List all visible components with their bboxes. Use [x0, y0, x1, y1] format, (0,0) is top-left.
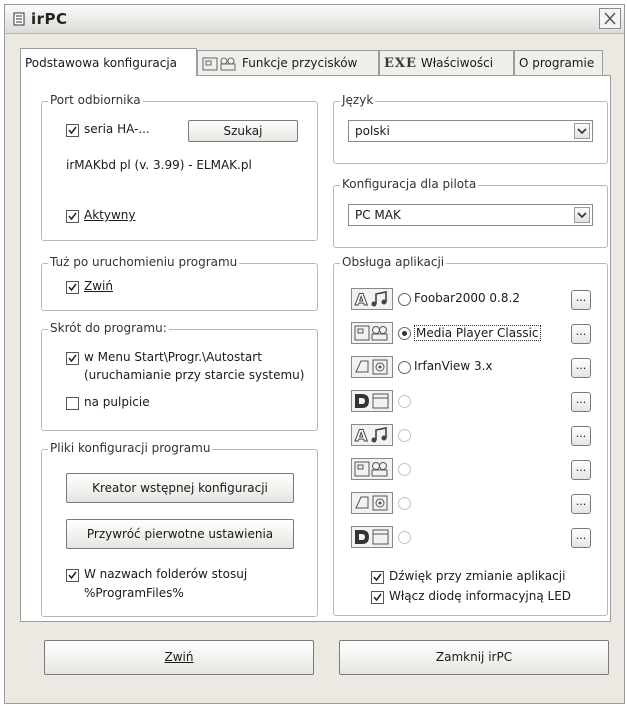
app-radio[interactable] [398, 361, 411, 374]
check-icon [68, 571, 77, 580]
tab-label: Właściwości [420, 56, 494, 70]
minimize-on-start-checkbox[interactable] [66, 281, 79, 294]
config-wizard-button[interactable]: Kreator wstępnej konfiguracji [66, 473, 294, 503]
check-icon [373, 593, 382, 602]
chevron-down-icon[interactable] [574, 123, 590, 139]
series-checkbox[interactable] [66, 124, 79, 137]
start-menu-checkbox[interactable] [66, 352, 79, 365]
tab-properties[interactable]: EXE Właściwości [379, 50, 514, 76]
program-files-checkbox[interactable] [66, 569, 79, 582]
language-group: Język polski [333, 93, 608, 164]
check-icon [373, 573, 382, 582]
series-label: seria HA-... [84, 122, 150, 136]
group-title: Pliki konfiguracji programu [48, 441, 213, 455]
active-label: Aktywny [84, 208, 136, 222]
start-menu-label-note: (uruchamianie przy starcie systemu) [84, 368, 305, 382]
browse-button[interactable]: ... [571, 460, 591, 480]
sound-on-switch-checkbox[interactable] [371, 571, 384, 584]
video-icon [351, 458, 393, 480]
audio-icon: A [351, 424, 393, 446]
applications-group: Obsługa aplikacji A Foobar2000 0.8.2... Me… [333, 255, 608, 616]
group-title: Port odbiornika [48, 93, 143, 107]
check-icon [68, 212, 77, 221]
browse-button[interactable]: ... [571, 494, 591, 514]
program-files-label: W nazwach folderów stosuj [84, 567, 248, 581]
app-label: IrfanView 3.x [414, 359, 493, 373]
remote-config-value: PC MAK [355, 208, 401, 222]
browse-button[interactable]: ... [571, 358, 591, 378]
exe-icon: EXE [384, 56, 417, 71]
group-title: Skrót do programu: [48, 321, 169, 335]
check-icon [68, 126, 77, 135]
window-title: irPC [31, 10, 68, 28]
remote-config-group: Konfiguracja dla pilota PC MAK [333, 177, 608, 248]
tab-label: Funkcje przycisków [242, 56, 358, 70]
browse-button[interactable]: ... [571, 290, 591, 310]
app-icon [13, 12, 25, 26]
app-label: Media Player Classic [414, 325, 541, 341]
language-value: polski [355, 124, 390, 138]
group-title: Tuż po uruchomieniu programu [48, 255, 240, 269]
buttons-icon [202, 57, 236, 70]
restore-defaults-button[interactable]: Przywróć pierwotne ustawienia [66, 519, 294, 549]
remote-config-select[interactable]: PC MAK [348, 204, 593, 226]
chevron-down-icon[interactable] [574, 207, 590, 223]
tab-basic-config[interactable]: Podstawowa konfiguracja [20, 48, 197, 76]
browse-button[interactable]: ... [571, 426, 591, 446]
tab-label: Podstawowa konfiguracja [25, 56, 178, 70]
tab-panel: Port odbiornika seria HA-... Szukaj irMA… [20, 75, 611, 622]
group-title: Język [340, 93, 376, 107]
app-radio [398, 429, 411, 442]
video-icon [351, 322, 393, 344]
app-radio [398, 395, 411, 408]
config-files-group: Pliki konfiguracji programu Kreator wstę… [41, 441, 318, 617]
led-label: Włącz diodę informacyjną LED [389, 589, 572, 603]
browse-button[interactable]: ... [571, 392, 591, 412]
start-menu-label: w Menu Start\Progr.\Autostart [84, 350, 262, 364]
startup-group: Tuż po uruchomieniu programu Zwiń [41, 255, 318, 311]
minimize-button[interactable]: Zwiń [44, 640, 314, 675]
language-select[interactable]: polski [348, 120, 593, 142]
svg-text:A: A [355, 426, 368, 445]
sound-on-switch-label: Dźwięk przy zmianie aplikacji [389, 569, 566, 583]
minimize-on-start-label: Zwiń [84, 279, 113, 293]
app-radio[interactable] [398, 327, 411, 340]
app-radio [398, 497, 411, 510]
group-title: Obsługa aplikacji [340, 255, 447, 269]
image-icon [351, 356, 393, 378]
close-irpc-button[interactable]: Zamknij irPC [339, 640, 609, 675]
tab-button-functions[interactable]: Funkcje przycisków [197, 50, 379, 76]
tab-about[interactable]: O programie [514, 50, 603, 76]
tab-label: O programie [519, 56, 595, 70]
search-button[interactable]: Szukaj [188, 120, 298, 142]
audio-icon: A [351, 288, 393, 310]
device-info: irMAKbd pl (v. 3.99) - ELMAK.pl [66, 158, 252, 172]
receiver-port-group: Port odbiornika seria HA-... Szukaj irMA… [41, 93, 318, 241]
close-icon [604, 12, 616, 25]
app-radio [398, 531, 411, 544]
dvd-icon [351, 526, 393, 548]
check-icon [68, 283, 77, 292]
desktop-checkbox[interactable] [66, 397, 79, 410]
program-files-label-value: %ProgramFiles% [84, 586, 184, 600]
desktop-label: na pulpicie [84, 395, 150, 409]
browse-button[interactable]: ... [571, 528, 591, 548]
dvd-icon [351, 390, 393, 412]
active-checkbox[interactable] [66, 210, 79, 223]
led-checkbox[interactable] [371, 591, 384, 604]
check-icon [68, 354, 77, 363]
shortcut-group: Skrót do programu: w Menu Start\Progr.\A… [41, 321, 318, 431]
svg-text:A: A [355, 290, 368, 309]
app-label: Foobar2000 0.8.2 [414, 291, 520, 305]
title-bar: irPC [5, 5, 624, 34]
app-radio [398, 463, 411, 476]
group-title: Konfiguracja dla pilota [340, 177, 479, 191]
close-window-button[interactable] [599, 8, 621, 29]
browse-button[interactable]: ... [571, 324, 591, 344]
app-radio[interactable] [398, 293, 411, 306]
image-icon [351, 492, 393, 514]
minimize-button-label: Zwiń [164, 650, 194, 664]
